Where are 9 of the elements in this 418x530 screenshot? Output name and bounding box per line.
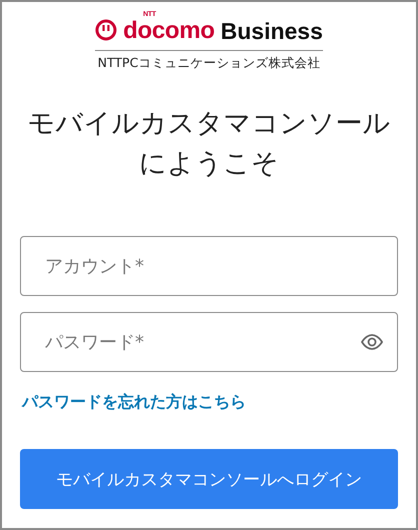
- welcome-heading: にようこそ: [139, 147, 279, 181]
- login-button[interactable]: モバイルカスタマコンソールへログイン: [20, 449, 398, 509]
- password-field[interactable]: パスワード*: [20, 312, 398, 372]
- logo-icon: [95, 19, 118, 41]
- logo-suffix: Business: [220, 18, 323, 44]
- account-field[interactable]: アカウント*: [20, 236, 398, 296]
- forgot-password-link[interactable]: パスワードを忘れた方はこちら: [22, 392, 246, 413]
- welcome-heading: モバイルカスタマコンソール: [28, 107, 390, 141]
- company-name: NTTPCコミュニケーションズ株式会社: [98, 55, 320, 72]
